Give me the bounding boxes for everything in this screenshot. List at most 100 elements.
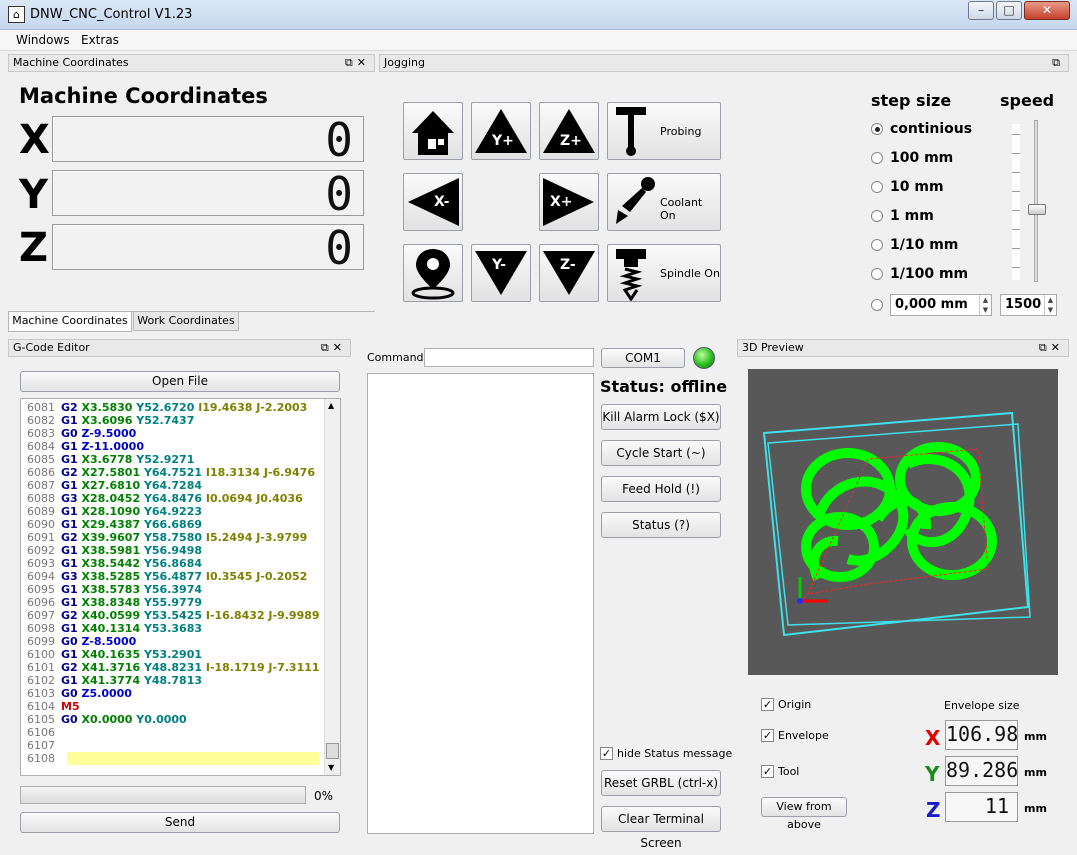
gcode-line[interactable]: 6097 G2 X40.0599 Y53.5425 I-16.8432 J-9.9… bbox=[21, 609, 340, 622]
gcode-line-number: 6102 bbox=[27, 674, 55, 687]
gcode-line[interactable]: 6099 G0 Z-8.5000 bbox=[21, 635, 340, 648]
step-radio-custom[interactable] bbox=[871, 299, 883, 311]
gcode-line-number: 6100 bbox=[27, 648, 55, 661]
gcode-line[interactable]: 6106 bbox=[21, 726, 340, 739]
menu-extras[interactable]: Extras bbox=[81, 33, 119, 47]
gcode-line[interactable]: 6101 G2 X41.3716 Y48.8231 I-18.1719 J-7.3… bbox=[21, 661, 340, 674]
gcode-editor[interactable]: 6081 G2 X3.5830 Y52.6720 I19.4638 J-2.200… bbox=[20, 398, 341, 776]
scroll-down-icon[interactable]: ▼ bbox=[328, 763, 334, 772]
step-radio-hundredth-mm[interactable] bbox=[871, 268, 883, 280]
gcode-line[interactable]: 6089 G1 X28.1090 Y64.9223 bbox=[21, 505, 340, 518]
gcode-line[interactable]: 6087 G1 X27.6810 Y64.7284 bbox=[21, 479, 340, 492]
tool-checkbox[interactable]: ✓ bbox=[761, 765, 774, 778]
gcode-scrollbar[interactable]: ▲ ▼ bbox=[324, 399, 340, 775]
envelope-x-display: 106.98 bbox=[945, 720, 1018, 750]
gcode-line[interactable]: 6090 G1 X29.4387 Y66.6869 bbox=[21, 518, 340, 531]
gcode-line[interactable]: 6091 G2 X39.9607 Y58.7580 I5.2494 J-3.979… bbox=[21, 531, 340, 544]
tab-work-coordinates[interactable]: Work Coordinates bbox=[133, 311, 239, 331]
cycle-start-button[interactable]: Cycle Start (~) bbox=[601, 440, 721, 466]
dock-float-close-icons[interactable]: ⧉✕ bbox=[1039, 340, 1064, 356]
spindle-button[interactable]: Spindle On bbox=[607, 244, 721, 302]
step-radio-10mm[interactable] bbox=[871, 181, 883, 193]
feed-hold-button[interactable]: Feed Hold (!) bbox=[601, 476, 721, 502]
step-radio-100mm[interactable] bbox=[871, 152, 883, 164]
dock-float-close-icons[interactable]: ⧉✕ bbox=[345, 55, 370, 71]
spin-arrows-icon[interactable]: ▲ ▼ bbox=[979, 295, 991, 315]
gcode-line-number: 6107 bbox=[27, 739, 55, 752]
gcode-line[interactable]: 6081 G2 X3.5830 Y52.6720 I19.4638 J-2.200… bbox=[21, 401, 340, 414]
send-button[interactable]: Send bbox=[20, 812, 340, 833]
speed-slider-track[interactable] bbox=[1034, 120, 1038, 282]
reset-grbl-button[interactable]: Reset GRBL (ctrl-x) bbox=[601, 770, 721, 796]
spin-arrows-icon[interactable]: ▲ ▼ bbox=[1044, 295, 1056, 315]
gcode-line[interactable]: 6098 G1 X40.1314 Y53.3683 bbox=[21, 622, 340, 635]
gcode-line[interactable]: 6108 bbox=[21, 752, 340, 765]
tab-machine-coordinates[interactable]: Machine Coordinates bbox=[8, 312, 132, 332]
jog-z-minus-button[interactable]: Z- bbox=[539, 244, 599, 302]
gcode-line[interactable]: 6092 G1 X38.5981 Y56.9498 bbox=[21, 544, 340, 557]
speed-spinbox[interactable]: 1500 ▲ ▼ bbox=[1000, 294, 1057, 316]
send-progress-bar bbox=[20, 786, 306, 804]
gcode-line[interactable]: 6102 G1 X41.3774 Y48.7813 bbox=[21, 674, 340, 687]
gcode-token: G1 bbox=[61, 544, 78, 557]
minimize-button[interactable]: – bbox=[968, 1, 994, 20]
origin-checkbox[interactable]: ✓ bbox=[761, 698, 774, 711]
kill-alarm-lock-button[interactable]: Kill Alarm Lock ($X) bbox=[601, 404, 721, 430]
set-origin-button[interactable] bbox=[403, 244, 463, 302]
y-coordinate-display: 0 bbox=[52, 167, 364, 221]
scroll-up-icon[interactable]: ▲ bbox=[328, 401, 334, 410]
jog-y-minus-button[interactable]: Y- bbox=[471, 244, 531, 302]
coolant-button[interactable]: Coolant On bbox=[607, 173, 721, 231]
jog-x-plus-button[interactable]: X+ bbox=[539, 173, 599, 231]
envelope-x-axis-label: X bbox=[925, 726, 941, 750]
gcode-line-number: 6099 bbox=[27, 635, 55, 648]
gcode-line[interactable]: 6100 G1 X40.1635 Y53.2901 bbox=[21, 648, 340, 661]
gcode-line[interactable]: 6082 G1 X3.6096 Y52.7437 bbox=[21, 414, 340, 427]
gcode-line[interactable]: 6086 G2 X27.5801 Y64.7521 I18.3134 J-6.94… bbox=[21, 466, 340, 479]
open-file-button[interactable]: Open File bbox=[20, 371, 340, 392]
gcode-line-number: 6087 bbox=[27, 479, 55, 492]
custom-step-spinbox[interactable]: 0,000 mm ▲ ▼ bbox=[890, 294, 992, 316]
gcode-line[interactable]: 6085 G1 X3.6778 Y52.9271 bbox=[21, 453, 340, 466]
gcode-line[interactable]: 6095 G1 X38.5783 Y56.3974 bbox=[21, 583, 340, 596]
command-input[interactable] bbox=[424, 348, 594, 367]
step-label-1mm: 1 mm bbox=[890, 208, 934, 224]
status-query-button[interactable]: Status (?) bbox=[601, 512, 721, 538]
jog-y-plus-button[interactable]: Y+ bbox=[471, 102, 531, 160]
jog-z-plus-button[interactable]: Z+ bbox=[539, 102, 599, 160]
gcode-line[interactable]: 6105 G0 X0.0000 Y0.0000 bbox=[21, 713, 340, 726]
speed-slider-thumb[interactable] bbox=[1028, 204, 1046, 216]
step-radio-1mm[interactable] bbox=[871, 210, 883, 222]
view-from-above-button[interactable]: View from above bbox=[761, 797, 847, 831]
coolant-label: Coolant On bbox=[660, 196, 703, 222]
gcode-token: Y58.7580 bbox=[140, 531, 203, 544]
hide-status-checkbox[interactable]: ✓ bbox=[600, 747, 613, 760]
gcode-line[interactable]: 6096 G1 X38.8348 Y55.9779 bbox=[21, 596, 340, 609]
com-port-button[interactable]: COM1 bbox=[601, 348, 685, 368]
step-radio-tenth-mm[interactable] bbox=[871, 239, 883, 251]
gcode-line[interactable]: 6104 M5 bbox=[21, 700, 340, 713]
gcode-line[interactable]: 6083 G0 Z-9.5000 bbox=[21, 427, 340, 440]
gcode-line[interactable]: 6103 G0 Z5.0000 bbox=[21, 687, 340, 700]
preview-3d-viewport[interactable] bbox=[748, 369, 1058, 675]
close-button[interactable]: ✕ bbox=[1024, 1, 1070, 20]
gcode-line-number: 6082 bbox=[27, 414, 55, 427]
probing-button[interactable]: Probing bbox=[607, 102, 721, 160]
step-radio-continious[interactable] bbox=[871, 123, 883, 135]
gcode-line[interactable]: 6093 G1 X38.5442 Y56.8684 bbox=[21, 557, 340, 570]
dock-float-close-icons[interactable]: ⧉✕ bbox=[321, 340, 346, 356]
jog-x-minus-button[interactable]: X- bbox=[403, 173, 463, 231]
home-button[interactable] bbox=[403, 102, 463, 160]
dock-float-icon[interactable]: ⧉ bbox=[1052, 55, 1064, 71]
scrollbar-thumb[interactable] bbox=[326, 743, 339, 759]
clear-terminal-button[interactable]: Clear Terminal Screen bbox=[601, 806, 721, 850]
x-axis-label: X bbox=[19, 117, 50, 163]
maximize-button[interactable]: □ bbox=[996, 1, 1022, 20]
gcode-line[interactable]: 6094 G3 X38.5285 Y56.4877 I0.3545 J-0.205… bbox=[21, 570, 340, 583]
menu-windows[interactable]: Windows bbox=[16, 33, 70, 47]
spindle-drill-icon bbox=[616, 249, 646, 302]
gcode-line[interactable]: 6088 G3 X28.0452 Y64.8476 I0.0694 J0.4036 bbox=[21, 492, 340, 505]
envelope-checkbox[interactable]: ✓ bbox=[761, 729, 774, 742]
gcode-line[interactable]: 6107 bbox=[21, 739, 340, 752]
gcode-line[interactable]: 6084 G1 Z-11.0000 bbox=[21, 440, 340, 453]
